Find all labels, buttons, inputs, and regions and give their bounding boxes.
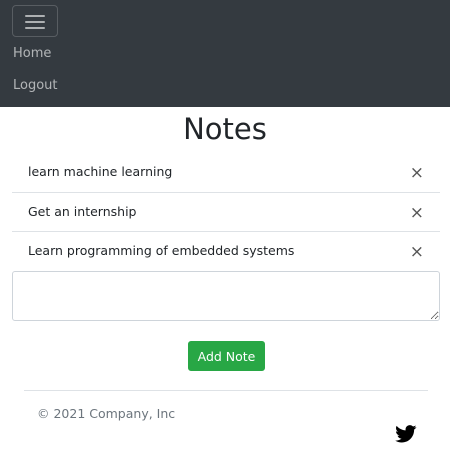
navbar: Home Logout (0, 0, 450, 107)
note-text: Get an internship (28, 203, 137, 219)
hamburger-bar (25, 21, 45, 23)
note-input[interactable] (12, 271, 440, 321)
list-item: Learn programming of embedded systems × (12, 232, 440, 272)
copyright-text: © 2021 Company, Inc (37, 406, 176, 421)
nav-link-logout[interactable]: Logout (13, 78, 58, 93)
notes-list: learn machine learning × Get an internsh… (12, 153, 440, 272)
twitter-icon (395, 425, 417, 443)
hamburger-bar (25, 27, 45, 29)
close-icon[interactable]: × (410, 244, 424, 261)
hamburger-menu-icon (25, 15, 45, 17)
nav-link-home[interactable]: Home (13, 46, 51, 61)
footer-divider (24, 390, 428, 391)
list-item: Get an internship × (12, 193, 440, 232)
list-item: learn machine learning × (12, 153, 440, 193)
note-text: learn machine learning (28, 164, 173, 179)
add-note-button[interactable]: Add Note (188, 341, 265, 371)
close-icon[interactable]: × (410, 204, 424, 222)
note-text: Learn programming of embedded systems (28, 243, 295, 258)
navbar-toggler-button[interactable] (12, 5, 58, 37)
page-title: Notes (183, 112, 267, 146)
twitter-link[interactable] (395, 425, 417, 443)
close-icon[interactable]: × (410, 165, 424, 182)
